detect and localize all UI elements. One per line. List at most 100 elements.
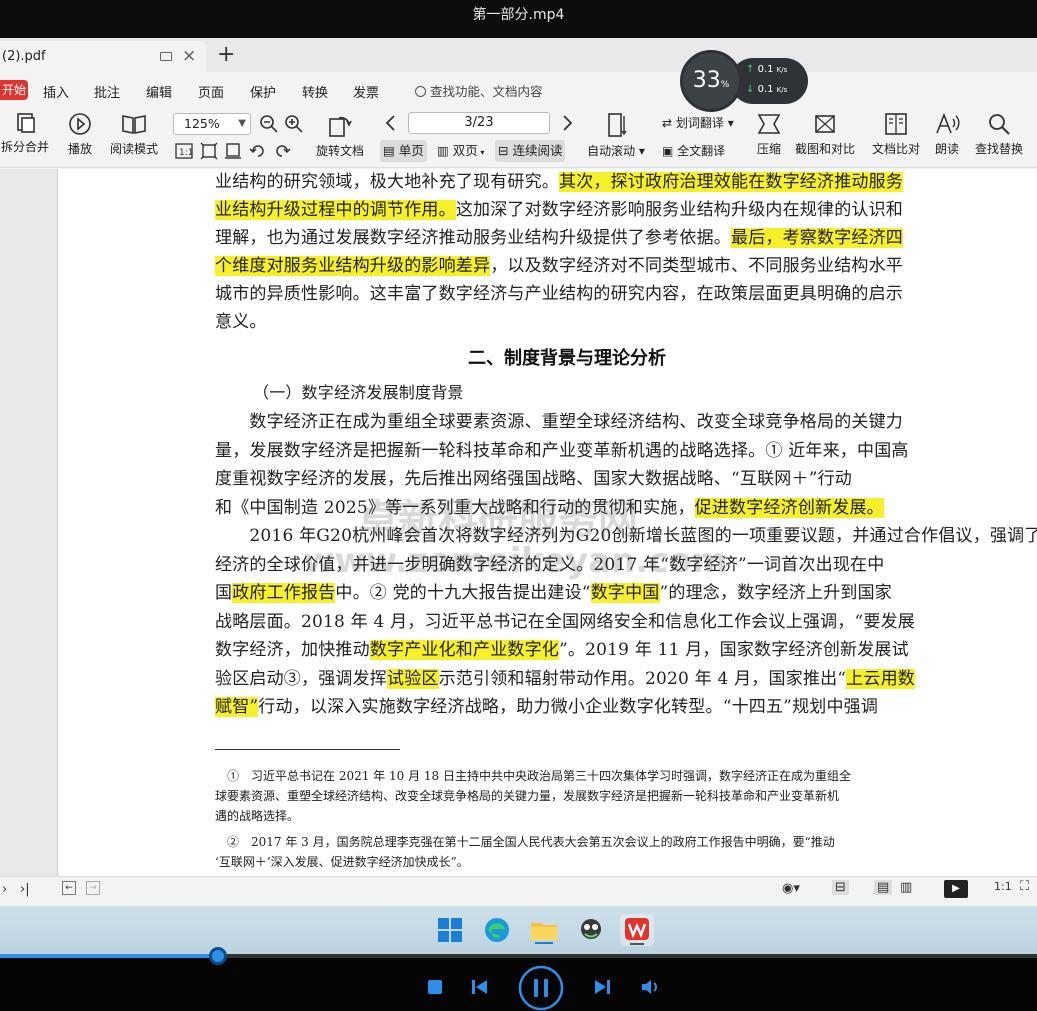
chevron-down-icon: ▾ [723, 116, 734, 130]
rotate-left-icon[interactable] [249, 142, 267, 160]
auto-scroll-label: 自动滚动 ▾ [587, 144, 645, 158]
wps-office-icon[interactable] [620, 914, 654, 946]
auto-scroll-button[interactable]: 自动滚动 ▾ [585, 112, 647, 159]
fit-page-icon[interactable] [200, 142, 218, 160]
text-line: 和《中国制造 2025》等一系列重大战略和行动的贯彻和实施，促进数字经济创新发展… [215, 495, 884, 521]
menu-protect[interactable]: 保护 [250, 82, 276, 101]
menu-annotate[interactable]: 批注 [94, 82, 120, 101]
menu-page[interactable]: 页面 [198, 82, 224, 101]
windows-start-icon[interactable] [433, 914, 467, 946]
continuous-view-icon[interactable]: ⊟ [832, 880, 849, 895]
search-icon [415, 86, 426, 97]
sidebar-collapse-icon[interactable]: ← [62, 881, 76, 895]
find-replace-button[interactable]: 查找替换 [970, 112, 1028, 157]
previous-icon[interactable] [471, 979, 489, 995]
network-speed-widget[interactable]: ↑ 0.1 K/s ↓ 0.1 K/s 33% [680, 50, 808, 112]
read-aloud-button[interactable]: 朗读 [930, 112, 964, 157]
fit-window-icon[interactable]: ⛶ [1020, 879, 1029, 894]
read-aloud-icon [936, 112, 960, 134]
menu-insert[interactable]: 插入 [43, 82, 69, 101]
full-translate-button[interactable]: ▣ 全文翻译 [662, 142, 725, 159]
highlighted-text: 数字中国 [590, 583, 660, 603]
word-translate-label: 划词翻译 [675, 116, 724, 130]
tab-close-icon[interactable]: × [182, 41, 196, 72]
slideshow-play-icon[interactable]: ▶ [944, 880, 968, 898]
double-view-icon[interactable]: ▥ [900, 880, 912, 895]
page-number-input[interactable]: 3/23 [408, 112, 550, 134]
continuous-reading-label: 连续阅读 [512, 143, 563, 158]
next-page-icon[interactable] [560, 114, 574, 132]
next-page-status-icon[interactable]: › [2, 882, 7, 897]
video-progress-handle[interactable] [208, 947, 227, 965]
play-icon [69, 113, 91, 135]
menu-edit[interactable]: 编辑 [146, 82, 172, 101]
volume-icon[interactable] [641, 979, 661, 995]
upload-arrow-icon: ↑ [746, 64, 755, 75]
word-translate-button[interactable]: ⇄ 划词翻译 ▾ [662, 114, 734, 131]
text-line: 战略层面。2018 年 4 月，习近平总书记在全国网络安全和信息化工作会议上强调… [215, 609, 915, 635]
zoom-select[interactable]: 125% ▼ [173, 113, 251, 135]
edge-browser-icon[interactable] [480, 914, 514, 946]
page-number-value: 3/23 [464, 115, 494, 130]
stop-icon[interactable] [428, 980, 442, 994]
new-tab-icon[interactable]: + [217, 41, 235, 69]
book-icon [122, 115, 146, 134]
zoom-value: 125% [184, 116, 220, 131]
zoom-out-icon[interactable] [259, 114, 279, 134]
tab-bar: (2).pdf × + [0, 38, 1037, 72]
chevron-down-icon: ▼ [238, 118, 246, 129]
menu-invoice[interactable]: 发票 [353, 82, 379, 101]
double-page-label: 双页 [452, 143, 478, 158]
next-icon[interactable] [593, 979, 611, 995]
eye-protection-icon[interactable]: ◉▾ [782, 881, 800, 896]
menu-start[interactable]: 开始 [0, 80, 28, 100]
text-line: 意义。 [215, 309, 267, 335]
single-view-icon[interactable]: ▤ [874, 880, 893, 895]
file-explorer-icon[interactable] [527, 914, 561, 946]
download-speed: ↓ 0.1 K/s [746, 84, 788, 95]
video-filename: 第一部分.mp4 [472, 7, 565, 23]
doc-compare-button[interactable]: 文档比对 [868, 112, 924, 157]
screenshot-compare-button[interactable]: 截图和对比 [792, 112, 858, 157]
compress-icon [757, 114, 781, 134]
split-merge-button[interactable]: 拆分合并 [0, 112, 50, 155]
actual-size-status-icon[interactable]: 1:1 [994, 880, 1012, 893]
svg-text:1:1: 1:1 [179, 148, 193, 158]
double-page-toggle[interactable]: ▥ 双页 ▾ [434, 140, 487, 162]
sidebar-expand-icon[interactable]: → [86, 881, 100, 895]
rotate-right-icon[interactable] [273, 142, 291, 160]
side-panel [0, 169, 58, 876]
menu-convert[interactable]: 转换 [302, 82, 328, 101]
split-merge-icon [17, 113, 35, 133]
continuous-reading-toggle[interactable]: ⊟ 连续阅读 [495, 140, 566, 162]
zoom-in-icon[interactable] [284, 114, 304, 134]
prev-page-icon[interactable] [384, 114, 398, 132]
pause-icon[interactable] [518, 965, 564, 1011]
rotate-document-button[interactable]: 旋转文档 [312, 112, 368, 159]
chat-app-icon[interactable] [574, 914, 608, 946]
find-replace-icon [989, 114, 1010, 135]
text-line: 量，发展数字经济是把握新一轮科技革命和产业变革新机遇的战略选择。① 近年来，中国… [215, 438, 909, 464]
single-page-toggle[interactable]: ▤ 单页 [380, 140, 427, 162]
window-pin-icon[interactable] [160, 52, 172, 61]
video-progress-track[interactable] [0, 947, 1037, 965]
document-viewport[interactable]: 业结构的研究领域，极大地补充了现有研究。其次，探讨政府治理效能在数字经济推动服务… [0, 169, 1037, 876]
text-run: 度重视数字经济的发展，先后推出网络强国战略、国家大数据战略、“互联网＋”行动 [215, 469, 852, 489]
fit-width-icon[interactable] [224, 142, 242, 160]
text-run: 量，发展数字经济是把握新一轮科技革命和产业变革新机遇的战略选择。① 近年来，中国… [215, 440, 909, 461]
highlighted-text: 赋智” [215, 697, 259, 717]
play-button[interactable]: 播放 [62, 112, 98, 157]
document-tab[interactable]: (2).pdf × [0, 41, 206, 72]
continuous-reading-icon: ⊟ [498, 143, 509, 158]
auto-scroll-icon [608, 113, 627, 137]
last-page-icon[interactable]: ›| [20, 882, 30, 897]
upload-speed: ↑ 0.1 K/s [746, 64, 788, 75]
command-search[interactable]: 查找功能、文档内容 [415, 81, 543, 100]
menu-bar: 开始 插入 批注 编辑 页面 保护 转换 发票 查找功能、文档内容 [0, 72, 1037, 106]
full-translate-label: 全文翻译 [677, 144, 726, 158]
actual-size-icon[interactable]: 1:1 [175, 143, 193, 159]
compress-button[interactable]: 压缩 [752, 112, 786, 157]
reading-mode-button[interactable]: 阅读模式 [106, 112, 162, 157]
footnote-divider [215, 749, 400, 750]
text-run: 行动，以深入实施数字经济战略，助力微小企业数字化转型。“十四五”规划中强调 [258, 697, 879, 717]
